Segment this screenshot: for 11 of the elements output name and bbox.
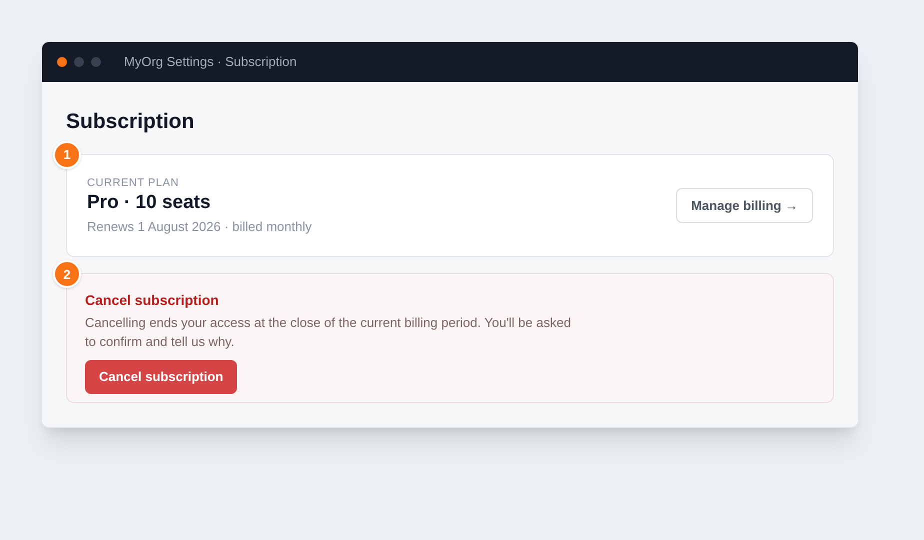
cancel-description: Cancelling ends your access at the close of the current billing period. You'll be asked to confirm and tell us why. <box>85 314 572 352</box>
window-title: MyOrg Settings · Subscription <box>124 53 297 72</box>
manage-billing-button[interactable]: Manage billing → <box>676 188 813 224</box>
step-badge: 1 <box>53 140 81 168</box>
plan-eyebrow: CURRENT PLAN <box>87 176 180 190</box>
step-badge: 2 <box>53 260 81 288</box>
page-heading: Subscription <box>66 109 196 135</box>
renewal-text: Renews 1 August 2026 · billed monthly <box>87 218 312 236</box>
cancel-subscription-button[interactable]: Cancel subscription <box>85 360 238 394</box>
cancel-title: Cancel subscription <box>85 291 220 310</box>
plan-name: Pro · 10 seats <box>87 191 212 215</box>
